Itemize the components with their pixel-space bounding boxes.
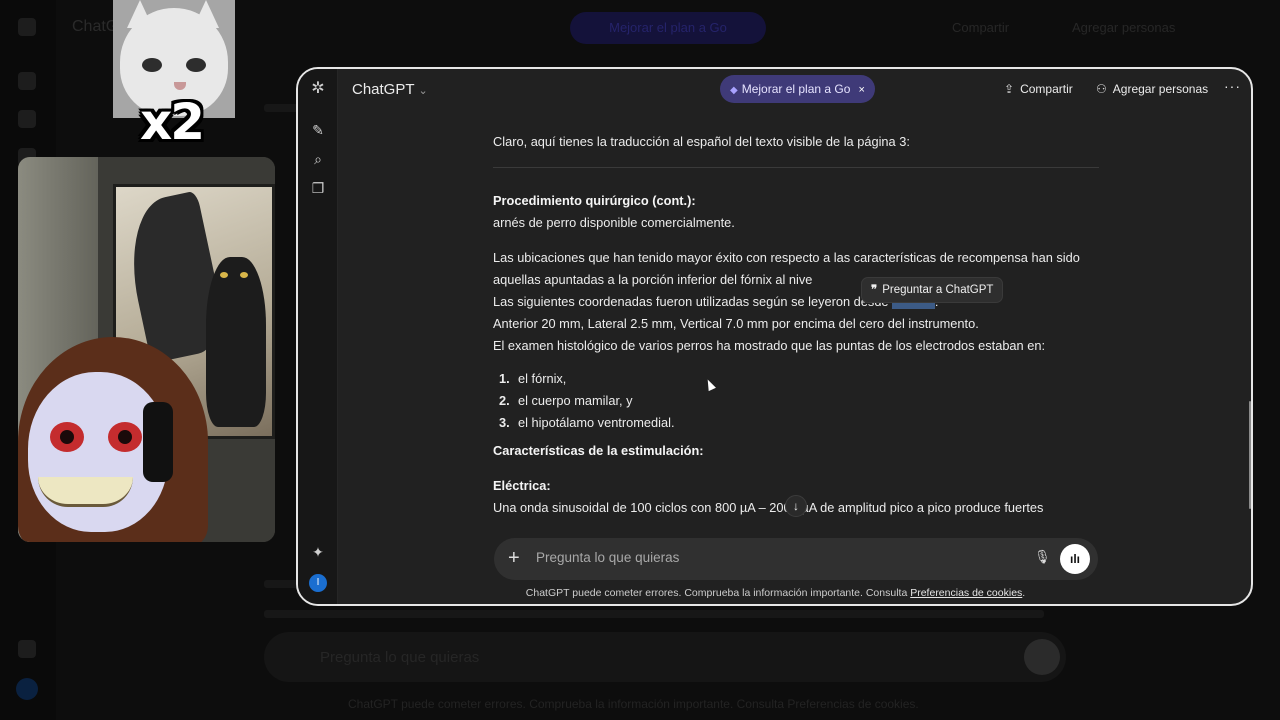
background-composer-placeholder: Pregunta lo que quieras bbox=[320, 649, 480, 666]
voice-mode-button[interactable]: ılı bbox=[1060, 544, 1090, 574]
library-icon[interactable]: ❐ bbox=[309, 179, 327, 197]
upgrade-label: Mejorar el plan a Go bbox=[741, 82, 851, 96]
message-text: Anterior 20 mm, Lateral 2.5 mm, Vertical… bbox=[493, 316, 979, 331]
message-section-1: Procedimiento quirúrgico (cont.): arnés … bbox=[493, 190, 1099, 234]
cat-nose bbox=[174, 82, 186, 90]
message-line: arnés de perro disponible comercialmente… bbox=[493, 215, 735, 230]
ask-chatgpt-popup[interactable]: ❞ Preguntar a ChatGPT bbox=[861, 277, 1004, 303]
chevron-down-icon: ⌄ bbox=[418, 85, 428, 97]
left-rail: ✲ ✎ ⌕ ❐ ✦ I bbox=[298, 69, 338, 604]
message-heading: Eléctrica: bbox=[493, 478, 551, 493]
background-upgrade-pill: Mejorar el plan a Go bbox=[570, 12, 766, 44]
openai-logo-icon[interactable]: ✲ bbox=[309, 80, 327, 98]
composer[interactable]: + Pregunta lo que quieras 🎙 ılı bbox=[494, 538, 1098, 580]
background-new-chat-icon bbox=[18, 72, 36, 90]
mask-mouth bbox=[38, 477, 133, 507]
list-number: 2. bbox=[499, 393, 510, 408]
microphone-icon[interactable]: 🎙 bbox=[1034, 549, 1051, 565]
message-intro: Claro, aquí tienes la traducción al espa… bbox=[493, 134, 910, 149]
painting-cat-eye bbox=[220, 272, 228, 278]
list-number: 1. bbox=[499, 371, 510, 386]
background-add-people: Agregar personas bbox=[1072, 20, 1176, 35]
more-options-button[interactable]: ··· bbox=[1224, 78, 1241, 94]
diamond-icon: ◆ bbox=[730, 85, 738, 96]
upgrade-pill[interactable]: ◆ Mejorar el plan a Go × bbox=[720, 75, 875, 103]
background-voice-button bbox=[1024, 639, 1060, 675]
ordered-list: 1. el fórnix, 2. el cuerpo mamilar, y 3. el… bbox=[493, 368, 1099, 434]
footer-text: ChatGPT puede cometer errores. Comprueba… bbox=[525, 587, 911, 599]
background-avatar bbox=[16, 678, 38, 700]
scrollbar[interactable] bbox=[1249, 401, 1251, 509]
webcam-overlay bbox=[18, 157, 275, 542]
chatgpt-window: ✲ ✎ ⌕ ❐ ✦ I ChatGPT ⌄ ◆ Mejorar el plan a … bbox=[296, 67, 1253, 606]
message-text: El examen histológico de varios perros h… bbox=[493, 338, 1046, 353]
background-logo-icon bbox=[18, 18, 36, 36]
add-person-icon: ⚇ bbox=[1096, 82, 1107, 96]
message-text: Las siguientes coordenadas fueron utiliz… bbox=[493, 294, 889, 309]
list-number: 3. bbox=[499, 415, 510, 430]
assistant-message: Claro, aquí tienes la traducción al espa… bbox=[493, 131, 1099, 532]
mask-eye bbox=[50, 422, 84, 452]
scroll-down-button[interactable]: ↓ bbox=[785, 495, 807, 517]
model-name: ChatGPT bbox=[352, 81, 415, 98]
top-bar: ChatGPT ⌄ ◆ Mejorar el plan a Go × ⇪ Compart… bbox=[338, 69, 1251, 111]
sticker-caption: x2 bbox=[140, 93, 205, 151]
footer-disclaimer: ChatGPT puede cometer errores. Comprueba… bbox=[298, 587, 1251, 599]
background-sparkle-icon bbox=[18, 640, 36, 658]
background-footer: ChatGPT puede cometer errores. Comprueba… bbox=[348, 697, 919, 711]
quote-icon: ❞ bbox=[871, 284, 878, 296]
message-section-2: Las ubicaciones que han tenido mayor éxi… bbox=[493, 247, 1099, 357]
search-icon[interactable]: ⌕ bbox=[309, 150, 327, 168]
cookie-preferences-link[interactable]: Preferencias de cookies bbox=[910, 587, 1022, 599]
composer-input[interactable]: Pregunta lo que quieras bbox=[536, 550, 679, 565]
list-item: 2. el cuerpo mamilar, y bbox=[493, 390, 1099, 412]
list-item: 1. el fórnix, bbox=[493, 368, 1099, 390]
painting-cat bbox=[206, 257, 266, 427]
list-text: el fórnix, bbox=[518, 371, 567, 386]
painting-cat-eye bbox=[240, 272, 248, 278]
cat-eye bbox=[142, 58, 162, 72]
ask-chatgpt-label: Preguntar a ChatGPT bbox=[882, 284, 994, 296]
streamer-headset bbox=[143, 402, 173, 482]
divider bbox=[493, 167, 1099, 168]
message-heading: Características de la estimulación: bbox=[493, 443, 704, 458]
list-text: el cuerpo mamilar, y bbox=[518, 393, 633, 408]
cat-eye bbox=[186, 58, 206, 72]
message-section-3: Características de la estimulación: bbox=[493, 440, 1099, 462]
model-selector[interactable]: ChatGPT ⌄ bbox=[352, 81, 428, 98]
background-text-line bbox=[264, 610, 1044, 618]
share-label: Compartir bbox=[1020, 82, 1073, 96]
share-button[interactable]: ⇪ Compartir bbox=[1004, 82, 1073, 96]
mask-eye bbox=[108, 422, 142, 452]
list-text: el hipotálamo ventromedial. bbox=[518, 415, 675, 430]
add-people-label: Agregar personas bbox=[1112, 82, 1209, 96]
new-chat-icon[interactable]: ✎ bbox=[309, 121, 327, 139]
close-icon[interactable]: × bbox=[858, 84, 864, 96]
share-icon: ⇪ bbox=[1004, 82, 1015, 96]
message-heading: Procedimiento quirúrgico (cont.): bbox=[493, 193, 696, 208]
add-people-button[interactable]: ⚇ Agregar personas bbox=[1096, 82, 1208, 96]
background-search-icon bbox=[18, 110, 36, 128]
plus-icon[interactable]: + bbox=[508, 547, 520, 569]
sparkle-icon[interactable]: ✦ bbox=[309, 543, 327, 561]
list-item: 3. el hipotálamo ventromedial. bbox=[493, 412, 1099, 434]
footer-end: . bbox=[1022, 587, 1026, 599]
message-text: Una onda sinusoidal de 100 ciclos con 80… bbox=[493, 500, 1044, 515]
background-share: Compartir bbox=[952, 20, 1010, 35]
